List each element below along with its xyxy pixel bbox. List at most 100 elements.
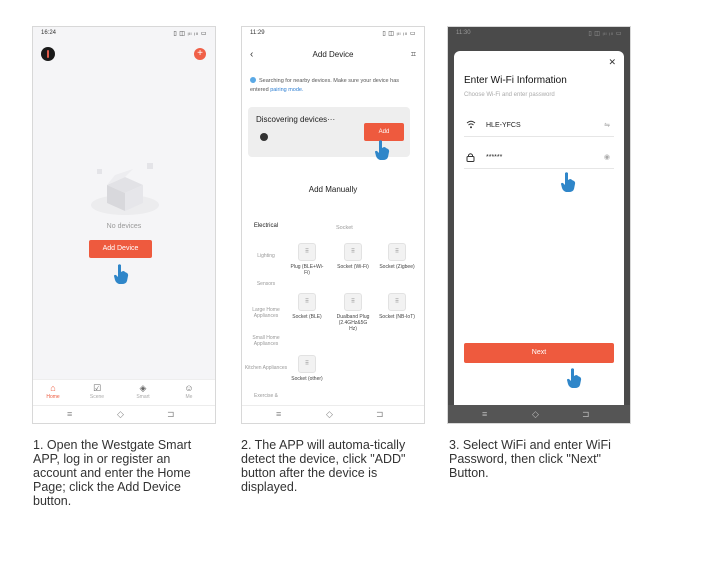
pairing-mode-link[interactable]: pairing mode. <box>270 87 303 93</box>
bottom-tab-bar: ⌂ Home ☑ Scene ◈ Smart ☺ Me <box>33 379 215 405</box>
pointer-hand-icon <box>567 368 582 388</box>
empty-state-text: No devices <box>106 223 142 230</box>
tab-label: Smart <box>136 394 150 400</box>
category-electrical[interactable]: Electrical <box>244 223 288 229</box>
tab-label: Home <box>46 394 60 400</box>
category-large-appliances[interactable]: Large Home Appliances <box>244 307 288 319</box>
menu-icon[interactable]: ≡ <box>482 409 487 419</box>
pointer-hand-icon <box>375 140 390 160</box>
status-icons: ▯ ◫ ᵢₗₗ ᵢₗₗ ▭ <box>588 31 622 37</box>
device-socket-other[interactable]: ⠿ Socket (other) <box>289 355 325 382</box>
step-2-caption: 2. The APP will automa-tically detect th… <box>241 438 406 494</box>
shield-icon: ◈ <box>139 383 147 393</box>
dialog-title: Enter Wi-Fi Information <box>464 75 567 86</box>
device-label: Dualband Plug (2.4GHz&5G Hz) <box>336 314 370 332</box>
device-icon <box>260 133 268 141</box>
password-field[interactable]: ****** ◉ <box>464 147 614 169</box>
tab-home[interactable]: ⌂ Home <box>33 382 73 400</box>
device-label: Socket (other) <box>291 376 323 382</box>
device-label: Socket (Zigbee) <box>379 264 415 270</box>
scan-icon[interactable]: ⌗ <box>411 49 416 60</box>
socket-icon: ⠿ <box>298 243 316 261</box>
socket-icon: ⠿ <box>344 243 362 261</box>
device-socket-ble[interactable]: ⠿ Socket (BLE) <box>289 293 325 320</box>
wifi-dialog: ✕ Enter Wi-Fi Information Choose Wi-Fi a… <box>454 51 624 405</box>
category-small-appliances[interactable]: Small Home Appliances <box>244 335 288 347</box>
lock-icon <box>466 152 475 164</box>
wifi-icon <box>466 120 476 131</box>
password-value: ****** <box>486 154 503 161</box>
status-time: 11:29 <box>250 30 265 36</box>
device-socket-zigbee[interactable]: ⠿ Socket (Zigbee) <box>379 243 415 270</box>
socket-icon: ⠿ <box>388 293 406 311</box>
avatar[interactable] <box>41 47 55 61</box>
device-socket-nb-iot[interactable]: ⠿ Socket (NB-IoT) <box>379 293 415 320</box>
device-label: Socket (BLE) <box>292 314 322 320</box>
add-circle-button[interactable]: + <box>194 48 206 60</box>
tab-label: Me <box>185 394 193 400</box>
checkbox-icon: ☑ <box>92 383 102 393</box>
person-icon: ☺ <box>184 383 194 393</box>
search-status-icon <box>250 77 256 83</box>
status-time: 11:30 <box>456 30 471 36</box>
step-3-caption: 3. Select WiFi and enter WiFi Password, … <box>449 438 611 480</box>
system-nav-bar: ≡ ◇ ⊐ <box>242 405 424 423</box>
page-header: ‹ Add Device ⌗ <box>242 47 424 63</box>
back-nav-icon[interactable]: ⊐ <box>376 409 384 420</box>
device-socket-wifi[interactable]: ⠿ Socket (Wi-Fi) <box>335 243 371 270</box>
category-sensors[interactable]: Sensors <box>244 281 288 287</box>
socket-icon: ⠿ <box>388 243 406 261</box>
category-kitchen-appliances[interactable]: Kitchen Appliances <box>244 365 288 371</box>
system-nav-bar: ≡ ◇ ⊐ <box>33 405 215 423</box>
discovering-text: Discovering devices··· <box>256 115 336 124</box>
socket-icon: ⠿ <box>298 293 316 311</box>
device-dualband-plug[interactable]: ⠿ Dualband Plug (2.4GHz&5G Hz) <box>335 293 371 332</box>
phone-screen-home: 16:24 ▯ ◫ ᵢₗₗ ᵢₗₗ ▭ + No devices Add Dev… <box>32 26 216 424</box>
add-manually-title: Add Manually <box>308 185 358 194</box>
tab-smart[interactable]: ◈ Smart <box>123 382 163 400</box>
menu-icon[interactable]: ≡ <box>67 409 72 419</box>
wifi-name: HLE-YFCS <box>486 122 521 129</box>
back-nav-icon[interactable]: ⊐ <box>582 409 590 420</box>
switch-network-icon[interactable]: ⇋ <box>604 121 610 129</box>
add-device-button[interactable]: Add Device <box>89 240 152 258</box>
status-bar: 11:29 ▯ ◫ ᵢₗₗ ᵢₗₗ ▭ <box>242 27 424 41</box>
back-nav-icon[interactable]: ⊐ <box>167 409 175 420</box>
wifi-select-field[interactable]: HLE-YFCS ⇋ <box>464 115 614 137</box>
subcategory-title: Socket <box>336 225 353 231</box>
empty-box-illustration <box>91 163 159 215</box>
status-icons: ▯ ◫ ᵢₗₗ ᵢₗₗ ▭ <box>173 31 207 37</box>
phone-screen-add-device: 11:29 ▯ ◫ ᵢₗₗ ᵢₗₗ ▭ ‹ Add Device ⌗ Searc… <box>241 26 425 424</box>
device-plug-ble-wifi[interactable]: ⠿ Plug (BLE+Wi-Fi) <box>289 243 325 276</box>
socket-icon: ⠿ <box>344 293 362 311</box>
close-icon[interactable]: ✕ <box>608 57 616 68</box>
device-label: Socket (NB-IoT) <box>379 314 415 320</box>
pointer-hand-icon <box>114 264 129 284</box>
home-nav-icon[interactable]: ◇ <box>532 409 539 420</box>
device-label: Socket (Wi-Fi) <box>337 264 369 270</box>
search-hint: Searching for nearby devices. Make sure … <box>250 77 418 95</box>
device-label: Plug (BLE+Wi-Fi) <box>290 264 324 276</box>
home-nav-icon[interactable]: ◇ <box>117 409 124 420</box>
category-lighting[interactable]: Lighting <box>244 253 288 259</box>
status-bar: 16:24 ▯ ◫ ᵢₗₗ ᵢₗₗ ▭ <box>33 27 215 41</box>
next-button[interactable]: Next <box>464 343 614 363</box>
status-bar: 11:30 ▯ ◫ ᵢₗₗ ᵢₗₗ ▭ <box>448 27 630 41</box>
step-1-caption: 1. Open the Westgate Smart APP, log in o… <box>33 438 192 508</box>
page-title: Add Device <box>312 50 354 59</box>
tab-label: Scene <box>89 394 105 400</box>
tab-scene[interactable]: ☑ Scene <box>77 382 117 400</box>
dialog-subtitle: Choose Wi-Fi and enter password <box>464 92 555 98</box>
category-exercise[interactable]: Exercise & <box>244 393 288 399</box>
status-icons: ▯ ◫ ᵢₗₗ ᵢₗₗ ▭ <box>382 31 416 37</box>
system-nav-bar: ≡ ◇ ⊐ <box>448 405 630 423</box>
home-nav-icon[interactable]: ◇ <box>326 409 333 420</box>
socket-icon: ⠿ <box>298 355 316 373</box>
phone-screen-wifi: 11:30 ▯ ◫ ᵢₗₗ ᵢₗₗ ▭ ✕ Enter Wi-Fi Inform… <box>447 26 631 424</box>
eye-icon[interactable]: ◉ <box>604 153 610 161</box>
tab-me[interactable]: ☺ Me <box>169 382 209 400</box>
menu-icon[interactable]: ≡ <box>276 409 281 419</box>
status-time: 16:24 <box>41 30 57 36</box>
pointer-hand-icon <box>561 172 576 192</box>
home-icon: ⌂ <box>50 383 56 393</box>
